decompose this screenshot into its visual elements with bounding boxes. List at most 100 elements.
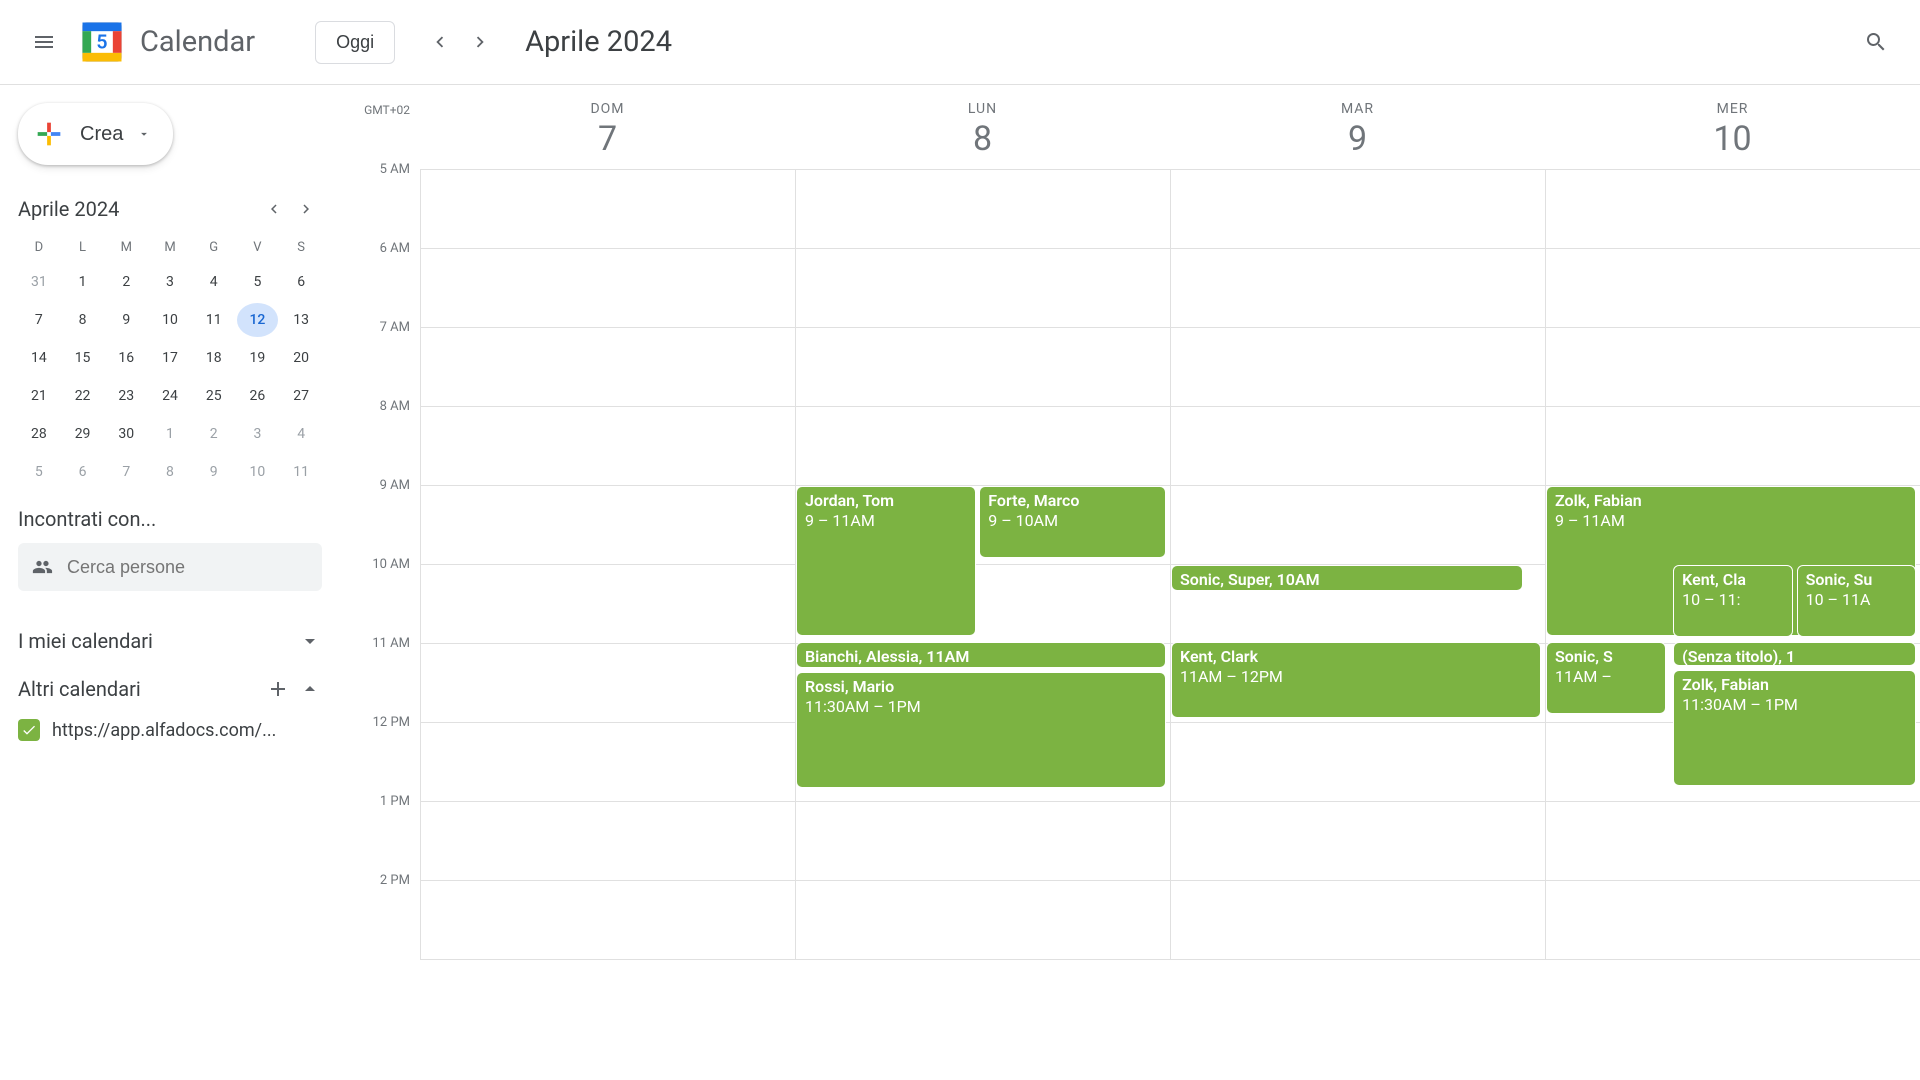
people-search-input[interactable] (67, 557, 308, 578)
day-column[interactable]: Zolk, Fabian9 – 11AMSonic, S11AM –Kent, … (1545, 170, 1920, 960)
mini-day-cell[interactable]: 8 (149, 455, 191, 489)
mini-day-cell[interactable]: 10 (237, 455, 279, 489)
mini-day-cell[interactable]: 3 (237, 417, 279, 451)
calendar-event[interactable]: (Senza titolo), 1 (1673, 642, 1916, 666)
mini-calendar-header: Aprile 2024 (18, 193, 322, 225)
mini-day-cell[interactable]: 24 (149, 379, 191, 413)
calendar-event[interactable]: Jordan, Tom9 – 11AM (796, 486, 976, 636)
my-calendars-toggle[interactable]: I miei calendari (18, 617, 322, 665)
main-menu-button[interactable] (20, 18, 68, 66)
calendar-event[interactable]: Kent, Clark11AM – 12PM (1171, 642, 1541, 718)
calendar-event[interactable]: Sonic, S11AM – (1546, 642, 1666, 714)
day-column[interactable] (420, 170, 795, 960)
mini-day-cell[interactable]: 13 (280, 303, 322, 337)
mini-day-cell[interactable]: 6 (62, 455, 104, 489)
hour-label: 6 AM (380, 241, 410, 256)
mini-next-button[interactable] (290, 193, 322, 225)
mini-day-cell[interactable]: 21 (18, 379, 60, 413)
mini-day-cell[interactable]: 16 (105, 341, 147, 375)
mini-day-cell[interactable]: 4 (280, 417, 322, 451)
people-icon (32, 555, 53, 579)
mini-day-cell[interactable]: 4 (193, 265, 235, 299)
prev-period-button[interactable] (420, 22, 460, 62)
mini-day-cell[interactable]: 11 (280, 455, 322, 489)
mini-day-cell[interactable]: 9 (105, 303, 147, 337)
plus-multicolor-icon (32, 117, 66, 151)
calendar-event[interactable]: Sonic, Su10 – 11A (1797, 565, 1917, 637)
dow-label: LUN (795, 101, 1170, 117)
mini-day-cell[interactable]: 6 (280, 265, 322, 299)
hour-label: 5 AM (380, 162, 410, 177)
mini-day-cell[interactable]: 31 (18, 265, 60, 299)
event-time: 11AM – (1555, 667, 1657, 687)
today-button[interactable]: Oggi (315, 21, 395, 64)
mini-day-cell[interactable]: 7 (105, 455, 147, 489)
mini-day-cell[interactable]: 27 (280, 379, 322, 413)
calendar-checkbox[interactable] (18, 719, 40, 741)
mini-day-cell[interactable]: 23 (105, 379, 147, 413)
check-icon (21, 722, 37, 738)
people-search[interactable] (18, 543, 322, 591)
day-number: 10 (1545, 119, 1920, 159)
chevron-left-icon (429, 31, 451, 53)
mini-day-cell[interactable]: 3 (149, 265, 191, 299)
calendar-event[interactable]: Kent, Cla10 – 11: (1673, 565, 1793, 637)
day-headers-row: DOM7LUN 8MAR9MER10 (420, 85, 1920, 170)
mini-day-cell[interactable]: 29 (62, 417, 104, 451)
mini-day-cell[interactable]: 8 (62, 303, 104, 337)
day-header[interactable]: DOM7 (420, 85, 795, 169)
next-period-button[interactable] (460, 22, 500, 62)
mini-day-cell[interactable]: 5 (18, 455, 60, 489)
hour-label: 1 PM (380, 794, 410, 809)
day-header[interactable]: MAR9 (1170, 85, 1545, 169)
mini-day-cell[interactable]: 25 (193, 379, 235, 413)
mini-day-cell[interactable]: 7 (18, 303, 60, 337)
mini-day-cell[interactable]: 20 (280, 341, 322, 375)
mini-day-cell[interactable]: 28 (18, 417, 60, 451)
calendar-event[interactable]: Rossi, Mario11:30AM – 1PM (796, 672, 1166, 788)
hour-label: 9 AM (380, 478, 410, 493)
day-header[interactable]: LUN 8 (795, 85, 1170, 169)
caret-down-icon (137, 127, 151, 141)
week-grid: 5 AM6 AM7 AM8 AM9 AM10 AM11 AM12 PM1 PM2… (340, 170, 1920, 960)
mini-day-cell[interactable]: 17 (149, 341, 191, 375)
mini-day-cell[interactable]: 9 (193, 455, 235, 489)
day-column[interactable]: Jordan, Tom9 – 11AMForte, Marco9 – 10AM B… (795, 170, 1170, 960)
day-number: 8 (795, 119, 1170, 159)
calendar-event[interactable]: Forte, Marco9 – 10AM (979, 486, 1166, 558)
mini-day-cell[interactable]: 5 (237, 265, 279, 299)
mini-day-cell[interactable]: 18 (193, 341, 235, 375)
mini-day-cell[interactable]: 12 (237, 303, 279, 337)
add-calendar-icon[interactable] (266, 677, 290, 701)
mini-day-cell[interactable]: 26 (237, 379, 279, 413)
event-title: Jordan, Tom (805, 491, 967, 511)
other-calendars-toggle[interactable]: Altri calendari (18, 665, 322, 713)
mini-prev-button[interactable] (258, 193, 290, 225)
mini-day-cell[interactable]: 1 (149, 417, 191, 451)
calendar-list-item[interactable]: https://app.alfadocs.com/... (18, 713, 322, 747)
mini-day-cell[interactable]: 10 (149, 303, 191, 337)
search-button[interactable] (1852, 18, 1900, 66)
hour-label: 7 AM (380, 320, 410, 335)
hour-label: 11 AM (372, 636, 410, 651)
day-column[interactable]: Sonic, Super, 10AM Kent, Clark11AM – 12PM (1170, 170, 1545, 960)
mini-dow-label: L (62, 235, 104, 261)
mini-day-cell[interactable]: 19 (237, 341, 279, 375)
calendar-event[interactable]: Bianchi, Alessia, 11AM (796, 642, 1166, 668)
mini-day-cell[interactable]: 2 (105, 265, 147, 299)
mini-dow-label: V (237, 235, 279, 261)
mini-day-cell[interactable]: 2 (193, 417, 235, 451)
calendar-event[interactable]: Sonic, Super, 10AM (1171, 565, 1523, 591)
mini-day-cell[interactable]: 22 (62, 379, 104, 413)
create-button[interactable]: Crea (18, 103, 173, 165)
day-header[interactable]: MER10 (1545, 85, 1920, 169)
other-calendars-label: Altri calendari (18, 677, 266, 701)
mini-day-cell[interactable]: 30 (105, 417, 147, 451)
mini-day-cell[interactable]: 11 (193, 303, 235, 337)
calendar-event[interactable]: Zolk, Fabian11:30AM – 1PM (1673, 670, 1916, 786)
create-button-label: Crea (80, 123, 123, 146)
mini-day-cell[interactable]: 14 (18, 341, 60, 375)
mini-day-cell[interactable]: 1 (62, 265, 104, 299)
my-calendars-label: I miei calendari (18, 629, 298, 653)
mini-day-cell[interactable]: 15 (62, 341, 104, 375)
